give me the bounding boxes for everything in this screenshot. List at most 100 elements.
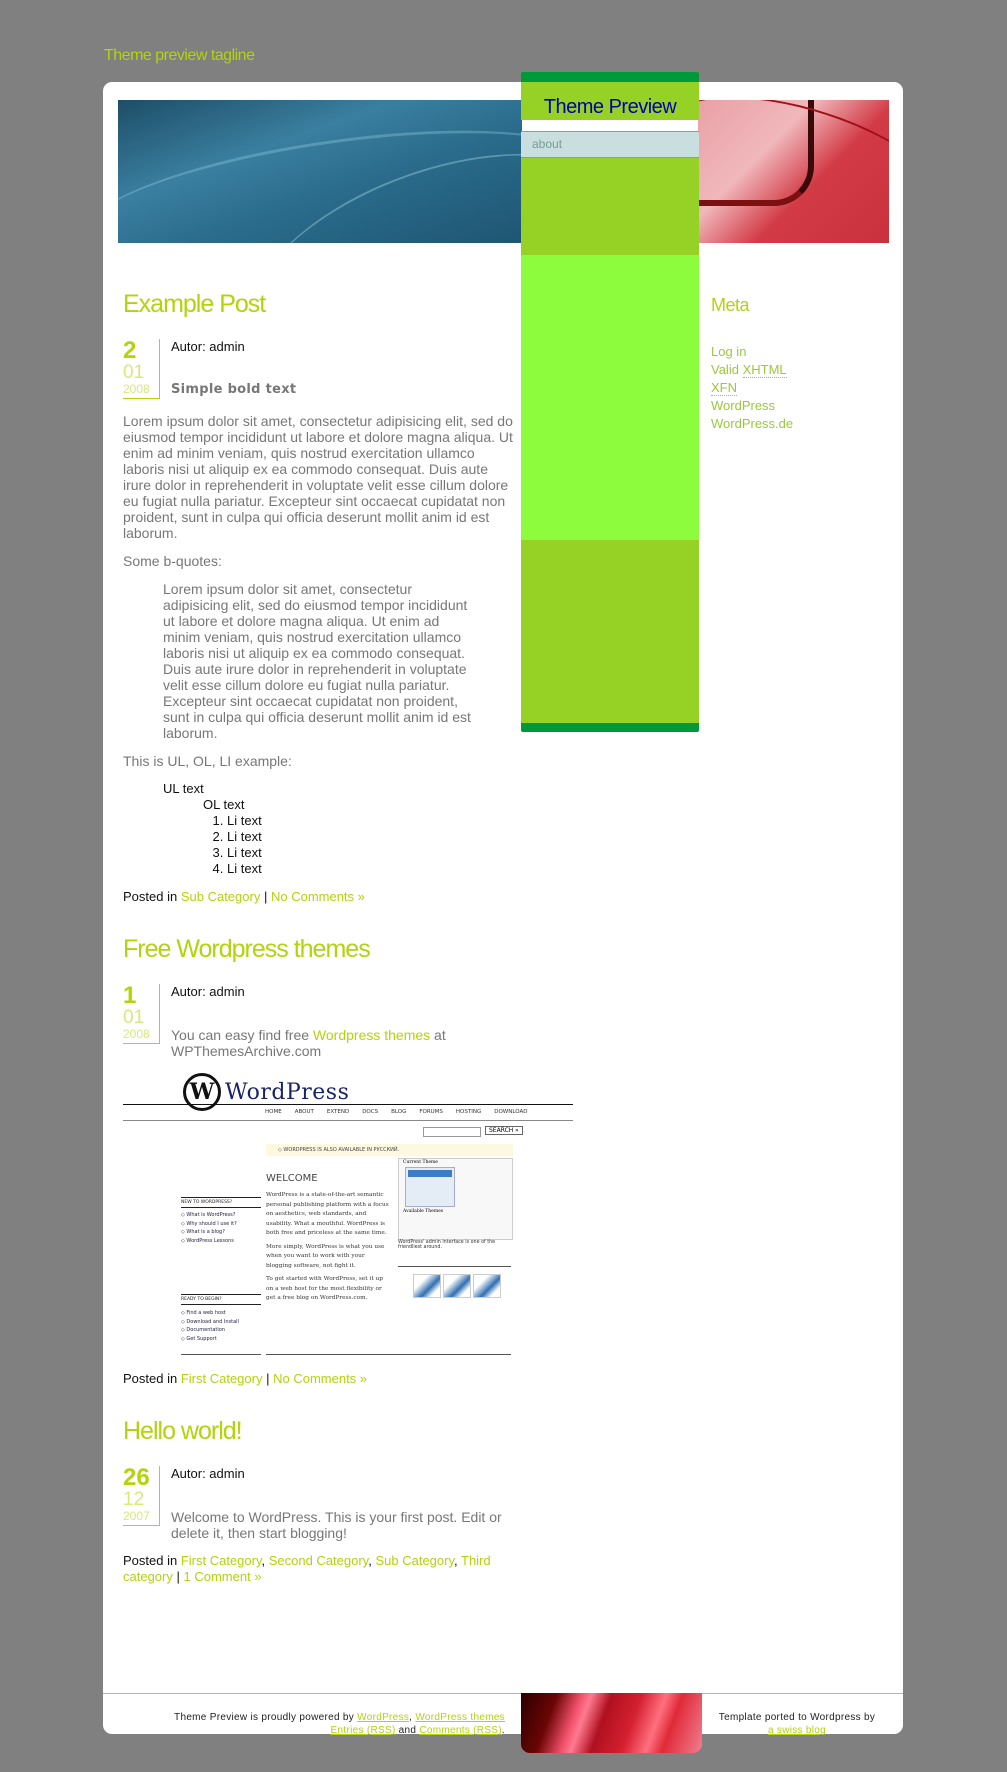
sidebar-column: Theme Preview about [521,72,699,732]
log-in-link[interactable]: Log in [711,344,746,359]
screenshot-sidebar-link: ◇ WordPress Lessons [181,1237,234,1244]
screenshot-sidebar-list: ◇ Find a web host ◇ Download and Install… [181,1309,239,1343]
post-title[interactable]: Free Wordpress themes [123,935,518,964]
meta-link-wordpress: WordPress [711,397,881,415]
screenshot-paragraph: WordPress is a state-of-the-art semantic… [266,1192,389,1236]
screenshot-nav-item: ABOUT [294,1109,314,1115]
screenshot-search-input [423,1127,481,1137]
footer-divider [103,1693,903,1694]
comments-link[interactable]: No Comments » [271,889,365,904]
entries-rss-link[interactable]: Entries (RSS) [331,1725,396,1736]
category-link[interactable]: Second Category [269,1553,369,1568]
separator: | [266,1371,270,1386]
post: Hello world! 26 12 2007 Autor: admin Wel… [123,1417,518,1585]
header-image-right [698,100,889,243]
xfn-link[interactable]: XFN [711,380,737,396]
footer-themes-link[interactable]: WordPress themes [415,1712,505,1723]
wordpress-themes-link[interactable]: Wordpress themes [313,1027,430,1043]
screenshot-sidebar-link: ◇ Why should I use it? [181,1220,237,1227]
date-day: 26 [123,1464,150,1491]
post-title[interactable]: Example Post [123,290,518,319]
post-title-link[interactable]: Example Post [123,290,266,318]
meta-link-wordpress-de: WordPress.de [711,415,881,433]
screenshot-thumb [443,1274,471,1298]
post-meta: 1 01 2008 Autor: admin You can easy find… [123,984,518,1059]
list-item: Li text [227,829,518,845]
post-title-link[interactable]: Hello world! [123,1417,243,1445]
date-year: 2008 [123,1027,150,1041]
screenshot-thumb [473,1274,501,1298]
footer-wordpress-link[interactable]: WordPress [357,1712,409,1723]
post-meta: 26 12 2007 Autor: admin Welcome to WordP… [123,1466,518,1541]
sidebar-block [521,255,699,540]
list-item: Li text [227,813,518,829]
screenshot-theme-box: Current Theme Available Themes [398,1158,513,1240]
screenshot-sidebar-link: ◇ Download and Install [181,1318,239,1325]
post-text: You can easy find free Wordpress themes … [171,1027,518,1059]
screenshot-paragraph: To get started with WordPress, set it up… [266,1276,383,1301]
sidebar-top-bar [521,72,699,82]
site-title[interactable]: Theme Preview [521,82,699,120]
post-author: Autor: admin [171,1466,245,1481]
footer-credits: Theme Preview is proudly powered by Word… [140,1711,505,1737]
screenshot-sidebar-list: ◇ What is WordPress? ◇ Why should I use … [181,1211,237,1245]
site-tagline: Theme preview tagline [104,47,255,64]
screenshot-sidebar-link: ◇ Find a web host [181,1310,226,1316]
link-prefix: Valid [711,362,743,377]
text-segment: You can easy find free [171,1027,310,1043]
screenshot-welcome: WELCOME [266,1173,318,1184]
screenshot-caption: WordPress' admin interface is one of the… [398,1240,496,1250]
category-link[interactable]: Sub Category [375,1553,454,1568]
xhtml-abbr: XHTML [742,362,787,378]
bold-text: Simple bold text [171,382,297,397]
post-title[interactable]: Hello world! [123,1417,518,1446]
category-link[interactable]: First Category [181,1553,262,1568]
category-link[interactable]: First Category [181,1371,263,1386]
post-date: 2 01 2008 [123,339,160,399]
ol-list: OL text Li text Li text Li text Li text [203,797,518,877]
wordpress-logo-text: WordPress [225,1079,350,1105]
post-date: 26 12 2007 [123,1466,160,1526]
xfn-abbr: XFN [711,380,737,396]
swiss-blog-link[interactable]: a swiss blog [768,1725,826,1736]
valid-xhtml-link[interactable]: Valid XHTML [711,362,787,378]
bquote-intro: Some b-quotes: [123,553,222,569]
post-title-link[interactable]: Free Wordpress themes [123,935,371,963]
date-day: 1 [123,982,137,1009]
wordpress-de-link[interactable]: WordPress.de [711,416,793,431]
divider [123,1104,573,1105]
comments-link[interactable]: No Comments » [273,1371,367,1386]
date-day: 2 [123,337,137,364]
main-content: Example Post 2 01 2008 Autor: admin Simp… [123,290,573,1615]
screenshot-nav-item: BLOG [391,1109,407,1115]
screenshot-notice: ◇ WORDPRESS IS ALSO AVAILABLE IN РУССКИЙ… [266,1144,513,1156]
wordpress-link[interactable]: WordPress [711,398,775,413]
screenshot-sidebar-link: ◇ What is a blog? [181,1229,225,1235]
divider [181,1354,261,1355]
posted-in-label: Posted in [123,1371,178,1386]
nav-item-about[interactable]: about [521,132,699,157]
footer-text: . [501,1725,505,1736]
site-title-text[interactable]: Theme Preview [544,96,677,118]
screenshot-nav-item: HOME [265,1109,282,1115]
screenshot-sidebar-heading: READY TO BEGIN? [181,1294,261,1305]
date-month: 01 [123,1007,145,1028]
wordpress-logo-icon: W [183,1073,221,1111]
meta-link-login: Log in [711,343,881,361]
post-meta: 2 01 2008 Autor: admin Simple bold text [123,339,518,405]
footer-text: Template ported to Wordpress by [718,1712,876,1723]
date-year: 2008 [123,382,150,396]
screenshot-nav-item: FORUMS [419,1109,443,1115]
comments-rss-link[interactable]: Comments (RSS) [419,1725,502,1736]
divider [398,1266,511,1267]
posted-in-label: Posted in [123,1553,178,1568]
meta-widget-title: Meta [711,295,750,315]
screenshot-theme-heading: Current Theme [403,1160,438,1165]
divider [266,1354,511,1355]
screenshot-nav-item: HOSTING [455,1109,482,1115]
footer-text: , [409,1712,413,1723]
comments-link[interactable]: 1 Comment » [184,1569,262,1584]
wordpress-screenshot: W WordPress HOME ABOUT EXTEND DOCS BLOG … [123,1073,573,1359]
category-link[interactable]: Sub Category [181,889,261,904]
footer-image [521,1693,702,1753]
